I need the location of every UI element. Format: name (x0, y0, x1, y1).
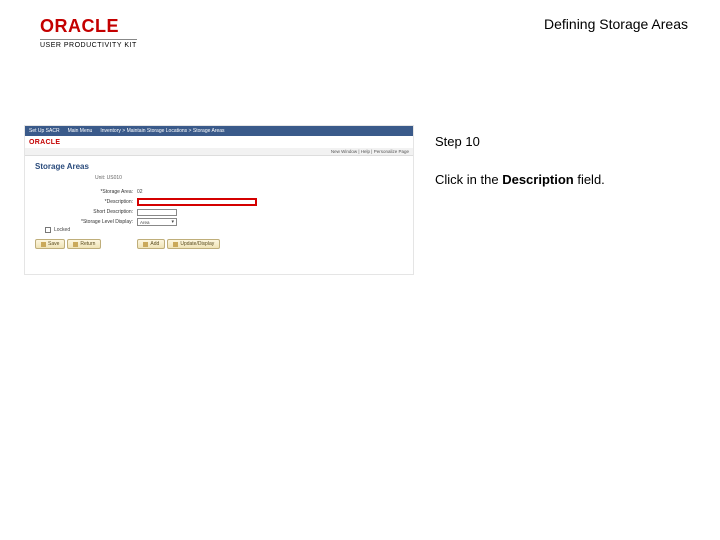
app-oracle-logo: ORACLE (29, 139, 60, 146)
storage-area-label: *Storage Area: (71, 189, 133, 195)
breadcrumb-2: Inventory > Maintain Storage Locations >… (100, 128, 224, 134)
instruction-panel: Step 10 Click in the Description field. (435, 132, 695, 189)
update-button[interactable]: Update/Display (167, 239, 220, 249)
storage-level-label: *Storage Level Display: (71, 219, 133, 225)
brand-block: ORACLE USER PRODUCTIVITY KIT (40, 16, 137, 49)
save-button-label: Save (48, 241, 59, 247)
app-subnav: New Window | Help | Personalize Page (25, 148, 413, 156)
save-button[interactable]: Save (35, 239, 65, 249)
app-topbar: Set Up SACR Main Menu Inventory > Mainta… (25, 126, 413, 136)
description-field[interactable] (137, 198, 257, 206)
oracle-logo: ORACLE (40, 16, 137, 37)
breadcrumb-0: Set Up SACR (29, 128, 60, 134)
instruction-post: field. (574, 172, 605, 187)
add-button[interactable]: Add (137, 239, 165, 249)
storage-level-value: Area (140, 220, 150, 225)
app-screenshot: Set Up SACR Main Menu Inventory > Mainta… (24, 125, 414, 275)
storage-level-select[interactable]: Area ▾ (137, 218, 177, 226)
app-brandbar: ORACLE (25, 136, 413, 148)
brand-subtitle: USER PRODUCTIVITY KIT (40, 39, 137, 49)
instruction-text: Click in the Description field. (435, 170, 695, 190)
short-desc-field[interactable] (137, 209, 177, 216)
storage-area-value: 02 (137, 189, 143, 195)
document-title: Defining Storage Areas (544, 16, 688, 32)
unit-value: US010 (107, 175, 122, 181)
breadcrumb-1: Main Menu (68, 128, 93, 134)
locked-label: Locked (54, 227, 70, 233)
add-button-label: Add (150, 241, 159, 247)
return-icon (73, 242, 78, 247)
update-icon (173, 242, 178, 247)
instruction-pre: Click in the (435, 172, 502, 187)
locked-checkbox[interactable] (45, 227, 51, 233)
unit-label: Unit: (95, 175, 105, 181)
chevron-down-icon: ▾ (171, 219, 174, 225)
short-desc-label: Short Description: (71, 209, 133, 215)
add-icon (143, 242, 148, 247)
update-button-label: Update/Display (180, 241, 214, 247)
save-icon (41, 242, 46, 247)
app-page-title: Storage Areas (35, 162, 403, 171)
return-button-label: Return (80, 241, 95, 247)
step-label: Step 10 (435, 132, 695, 152)
page-header: ORACLE USER PRODUCTIVITY KIT Defining St… (40, 16, 688, 49)
subnav-right: New Window | Help | Personalize Page (331, 149, 409, 154)
return-button[interactable]: Return (67, 239, 101, 249)
instruction-bold: Description (502, 172, 574, 187)
description-label: *Description: (71, 199, 133, 205)
